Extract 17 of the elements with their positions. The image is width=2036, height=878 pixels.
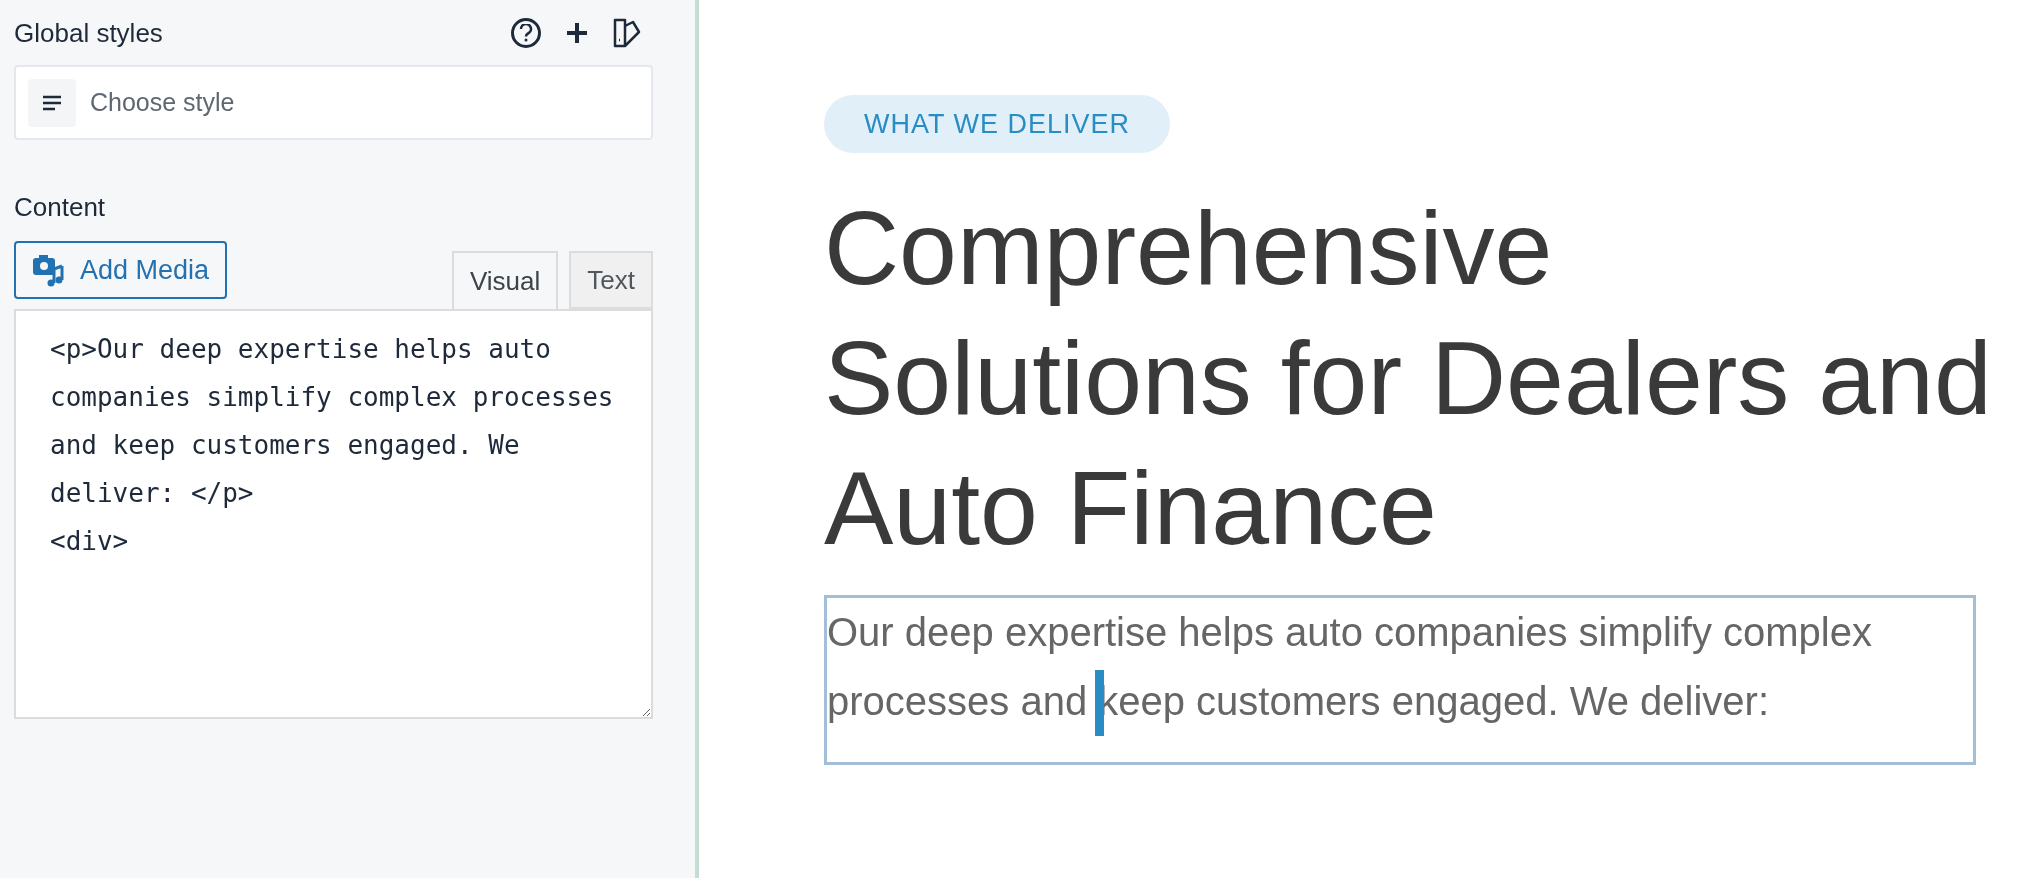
section-badge: WHAT WE DELIVER xyxy=(824,95,1171,153)
plus-icon[interactable] xyxy=(565,21,589,45)
style-book-icon[interactable] xyxy=(613,18,641,48)
editor-tab[interactable]: Text xyxy=(569,251,653,309)
code-editor[interactable]: <p>Our deep expertise helps auto companies simplify complex processes and keep customers engaged. We deliver: </p> <div> xyxy=(14,309,653,719)
section-title: Global styles xyxy=(14,16,163,50)
camera-music-icon xyxy=(32,253,66,287)
editor-tab[interactable]: Visual xyxy=(451,251,559,309)
heading-line: Comprehensive xyxy=(824,189,1553,308)
lines-icon xyxy=(28,78,76,127)
style-select[interactable]: Choose style xyxy=(14,65,653,140)
heading-line: Auto Finance xyxy=(824,449,1437,568)
add-media-button[interactable]: Add Media xyxy=(14,241,228,299)
select-placeholder: Choose style xyxy=(90,86,235,118)
section-title: Content xyxy=(14,191,106,224)
help-icon[interactable] xyxy=(511,18,541,48)
heading-line: Solutions for Dealers and xyxy=(824,319,1992,438)
